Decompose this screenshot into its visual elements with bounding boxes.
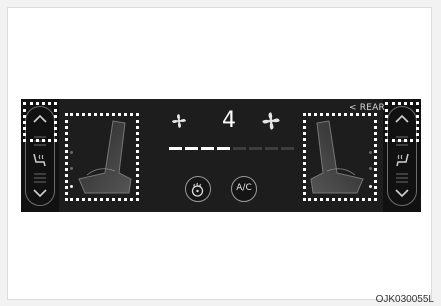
figure-code: OJK030055L bbox=[375, 294, 434, 305]
fan-icon bbox=[262, 112, 280, 130]
chevron-down-icon[interactable] bbox=[392, 183, 412, 203]
fan-level-segment bbox=[233, 147, 246, 150]
fan-level-segment bbox=[185, 147, 198, 150]
indicator-dot bbox=[369, 185, 372, 188]
ac-button[interactable]: A/C bbox=[231, 176, 257, 202]
rear-button[interactable]: < REAR bbox=[349, 103, 385, 113]
fan-level-segment bbox=[249, 147, 262, 150]
fan-level-segment bbox=[201, 147, 214, 150]
ac-label: A/C bbox=[236, 183, 252, 193]
fan-level-segment bbox=[265, 147, 278, 150]
indicator-dot bbox=[369, 167, 372, 170]
indicator-dot bbox=[369, 151, 372, 154]
left-up-button-highlight bbox=[23, 102, 57, 142]
indicator-dot bbox=[70, 167, 73, 170]
fan-level-bar[interactable] bbox=[169, 147, 295, 151]
fan-level-segment bbox=[281, 147, 294, 150]
fan-icon bbox=[172, 114, 186, 128]
climate-control-panel: 4 < REAR A/C bbox=[21, 99, 421, 212]
indicator-dot bbox=[70, 185, 73, 188]
chevron-down-icon[interactable] bbox=[30, 183, 50, 203]
right-up-button-highlight bbox=[385, 102, 419, 142]
fan-level-segment bbox=[217, 147, 230, 150]
seat-heat-icon bbox=[33, 153, 46, 167]
fan-level-segment bbox=[169, 147, 182, 150]
steering-wheel-heat-button[interactable] bbox=[185, 176, 211, 202]
right-seat-highlight bbox=[303, 113, 377, 201]
seat-heat-icon bbox=[396, 153, 409, 167]
left-seat-highlight bbox=[65, 113, 139, 201]
steering-wheel-heat-icon bbox=[191, 182, 204, 197]
fan-speed-value: 4 bbox=[222, 108, 236, 133]
indicator-dot bbox=[70, 151, 73, 154]
